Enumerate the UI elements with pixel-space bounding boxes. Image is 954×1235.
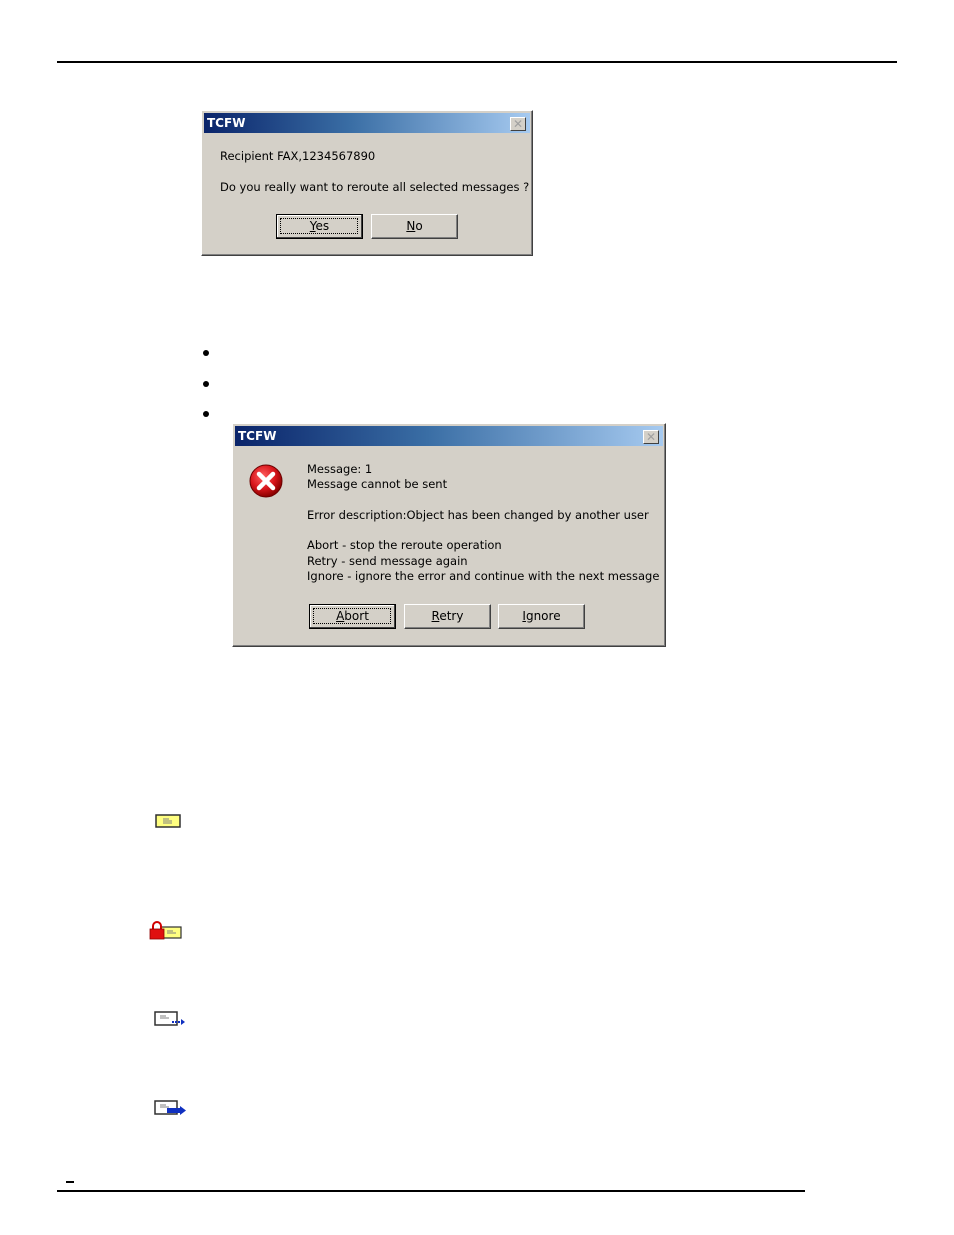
error-icon bbox=[249, 464, 283, 498]
close-button[interactable]: ✕ bbox=[510, 117, 526, 131]
dialog-titlebar[interactable]: TCFW ✕ bbox=[235, 426, 663, 446]
message-icon bbox=[155, 814, 181, 828]
bullet bbox=[203, 411, 209, 417]
retry-button[interactable]: Retry bbox=[404, 604, 491, 629]
error-message: Message: 1 Message cannot be sent Error … bbox=[307, 462, 659, 584]
locked-message-icon bbox=[149, 921, 182, 940]
message-status: Message cannot be sent bbox=[307, 477, 448, 492]
message-number: Message: 1 bbox=[307, 462, 373, 476]
confirm-question: Do you really want to reroute all select… bbox=[220, 180, 530, 194]
no-button[interactable]: No bbox=[371, 214, 458, 239]
send-error-dialog: TCFW ✕ Message: 1 Message cannot be sent… bbox=[232, 423, 666, 647]
recipient-text: Recipient FAX,1234567890 bbox=[220, 149, 376, 163]
footer-rule bbox=[57, 1190, 805, 1192]
close-icon: ✕ bbox=[512, 117, 524, 131]
close-button[interactable]: ✕ bbox=[643, 430, 659, 444]
error-description: Error description:Object has been change… bbox=[307, 507, 649, 522]
retry-hint: Retry - send message again bbox=[307, 553, 468, 568]
message-sending-icon bbox=[154, 1011, 185, 1026]
yes-button[interactable]: Yes bbox=[276, 214, 363, 239]
abort-button[interactable]: Abort bbox=[309, 604, 396, 629]
dialog-title: TCFW bbox=[238, 429, 277, 443]
bullet bbox=[203, 381, 209, 387]
dialog-title: TCFW bbox=[207, 116, 246, 130]
header-rule bbox=[57, 61, 897, 63]
footer-mark bbox=[66, 1181, 74, 1183]
close-icon: ✕ bbox=[645, 430, 657, 444]
reroute-confirm-dialog: TCFW ✕ Recipient FAX,1234567890 Do you r… bbox=[201, 110, 533, 256]
ignore-button[interactable]: Ignore bbox=[498, 604, 585, 629]
bullet bbox=[203, 350, 209, 356]
ignore-hint: Ignore - ignore the error and continue w… bbox=[307, 569, 660, 584]
dialog-titlebar[interactable]: TCFW ✕ bbox=[204, 113, 530, 133]
message-sent-icon bbox=[154, 1100, 186, 1115]
abort-hint: Abort - stop the reroute operation bbox=[307, 538, 502, 553]
